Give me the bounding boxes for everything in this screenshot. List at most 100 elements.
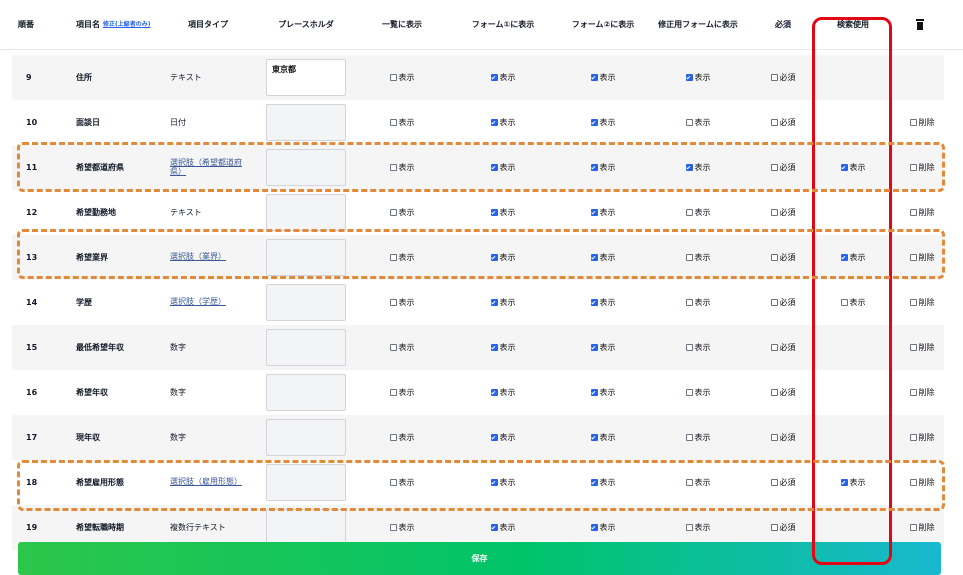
- required-toggle-checkbox[interactable]: [770, 254, 778, 261]
- required-toggle-checkbox[interactable]: [770, 479, 778, 486]
- edit-form-toggle[interactable]: 表示: [685, 432, 711, 443]
- form2-toggle-checkbox[interactable]: [590, 254, 598, 261]
- list-toggle-checkbox[interactable]: [389, 254, 397, 261]
- form1-toggle-checkbox[interactable]: [490, 209, 498, 216]
- required-toggle-checkbox[interactable]: [770, 524, 778, 531]
- edit-form-toggle-checkbox[interactable]: [685, 209, 693, 216]
- form1-toggle[interactable]: 表示: [490, 162, 516, 173]
- form1-toggle[interactable]: 表示: [490, 72, 516, 83]
- form2-toggle-checkbox[interactable]: [590, 479, 598, 486]
- search-toggle[interactable]: 表示: [840, 477, 866, 488]
- edit-form-toggle[interactable]: 表示: [685, 522, 711, 533]
- edit-form-toggle-checkbox[interactable]: [685, 479, 693, 486]
- required-toggle-checkbox[interactable]: [770, 389, 778, 396]
- form1-toggle-checkbox[interactable]: [490, 299, 498, 306]
- placeholder-input[interactable]: [266, 104, 346, 141]
- form1-toggle[interactable]: 表示: [490, 477, 516, 488]
- required-toggle[interactable]: 必須: [770, 162, 796, 173]
- delete-toggle-checkbox[interactable]: [909, 389, 917, 396]
- required-toggle[interactable]: 必須: [770, 72, 796, 83]
- form2-toggle-checkbox[interactable]: [590, 74, 598, 81]
- required-toggle[interactable]: 必須: [770, 477, 796, 488]
- placeholder-input[interactable]: [266, 509, 346, 546]
- row-type-link[interactable]: 選択肢（雇用形態）: [170, 477, 242, 486]
- required-toggle[interactable]: 必須: [770, 432, 796, 443]
- required-toggle-checkbox[interactable]: [770, 434, 778, 441]
- form1-toggle[interactable]: 表示: [490, 297, 516, 308]
- search-toggle[interactable]: 表示: [840, 297, 866, 308]
- search-toggle-checkbox[interactable]: [840, 299, 848, 306]
- placeholder-input[interactable]: 東京都: [266, 59, 346, 96]
- list-toggle-checkbox[interactable]: [389, 344, 397, 351]
- delete-toggle[interactable]: 削除: [909, 117, 935, 128]
- edit-form-toggle[interactable]: 表示: [685, 342, 711, 353]
- form2-toggle[interactable]: 表示: [590, 117, 616, 128]
- edit-form-toggle-checkbox[interactable]: [685, 389, 693, 396]
- edit-form-toggle-checkbox[interactable]: [685, 344, 693, 351]
- placeholder-input[interactable]: [266, 419, 346, 456]
- list-toggle[interactable]: 表示: [389, 252, 415, 263]
- delete-toggle-checkbox[interactable]: [909, 344, 917, 351]
- required-toggle[interactable]: 必須: [770, 342, 796, 353]
- search-toggle[interactable]: 表示: [840, 162, 866, 173]
- list-toggle-checkbox[interactable]: [389, 299, 397, 306]
- form1-toggle[interactable]: 表示: [490, 252, 516, 263]
- list-toggle[interactable]: 表示: [389, 162, 415, 173]
- form2-toggle-checkbox[interactable]: [590, 209, 598, 216]
- list-toggle[interactable]: 表示: [389, 387, 415, 398]
- form1-toggle[interactable]: 表示: [490, 342, 516, 353]
- edit-form-toggle[interactable]: 表示: [685, 297, 711, 308]
- list-toggle-checkbox[interactable]: [389, 209, 397, 216]
- form2-toggle[interactable]: 表示: [590, 162, 616, 173]
- form2-toggle-checkbox[interactable]: [590, 524, 598, 531]
- edit-form-toggle[interactable]: 表示: [685, 387, 711, 398]
- form2-toggle[interactable]: 表示: [590, 477, 616, 488]
- edit-form-toggle[interactable]: 表示: [685, 477, 711, 488]
- form2-toggle[interactable]: 表示: [590, 207, 616, 218]
- list-toggle[interactable]: 表示: [389, 432, 415, 443]
- search-toggle[interactable]: 表示: [840, 252, 866, 263]
- list-toggle[interactable]: 表示: [389, 207, 415, 218]
- delete-toggle[interactable]: 削除: [909, 387, 935, 398]
- delete-toggle[interactable]: 削除: [909, 207, 935, 218]
- required-toggle[interactable]: 必須: [770, 117, 796, 128]
- edit-form-toggle-checkbox[interactable]: [685, 164, 693, 171]
- row-type-link[interactable]: 選択肢（希望都道府県）: [170, 158, 250, 176]
- form1-toggle[interactable]: 表示: [490, 432, 516, 443]
- placeholder-input[interactable]: [266, 194, 346, 231]
- list-toggle-checkbox[interactable]: [389, 119, 397, 126]
- edit-form-toggle-checkbox[interactable]: [685, 74, 693, 81]
- header-name-edit-link[interactable]: 修正(上級者のみ): [103, 21, 151, 29]
- form2-toggle-checkbox[interactable]: [590, 344, 598, 351]
- form1-toggle-checkbox[interactable]: [490, 119, 498, 126]
- form2-toggle[interactable]: 表示: [590, 297, 616, 308]
- edit-form-toggle-checkbox[interactable]: [685, 299, 693, 306]
- edit-form-toggle[interactable]: 表示: [685, 162, 711, 173]
- delete-toggle-checkbox[interactable]: [909, 164, 917, 171]
- edit-form-toggle-checkbox[interactable]: [685, 524, 693, 531]
- delete-toggle-checkbox[interactable]: [909, 524, 917, 531]
- form2-toggle[interactable]: 表示: [590, 522, 616, 533]
- form1-toggle-checkbox[interactable]: [490, 434, 498, 441]
- delete-toggle-checkbox[interactable]: [909, 119, 917, 126]
- delete-toggle-checkbox[interactable]: [909, 254, 917, 261]
- save-button[interactable]: 保存: [18, 542, 941, 575]
- form1-toggle[interactable]: 表示: [490, 207, 516, 218]
- form2-toggle-checkbox[interactable]: [590, 389, 598, 396]
- row-type-link[interactable]: 選択肢（業界）: [170, 252, 226, 261]
- required-toggle-checkbox[interactable]: [770, 164, 778, 171]
- placeholder-input[interactable]: [266, 149, 346, 186]
- required-toggle-checkbox[interactable]: [770, 209, 778, 216]
- list-toggle[interactable]: 表示: [389, 72, 415, 83]
- form2-toggle[interactable]: 表示: [590, 342, 616, 353]
- form1-toggle-checkbox[interactable]: [490, 254, 498, 261]
- form2-toggle-checkbox[interactable]: [590, 119, 598, 126]
- delete-toggle[interactable]: 削除: [909, 432, 935, 443]
- form2-toggle-checkbox[interactable]: [590, 299, 598, 306]
- list-toggle-checkbox[interactable]: [389, 479, 397, 486]
- edit-form-toggle[interactable]: 表示: [685, 72, 711, 83]
- placeholder-input[interactable]: [266, 374, 346, 411]
- edit-form-toggle-checkbox[interactable]: [685, 434, 693, 441]
- required-toggle-checkbox[interactable]: [770, 299, 778, 306]
- required-toggle[interactable]: 必須: [770, 522, 796, 533]
